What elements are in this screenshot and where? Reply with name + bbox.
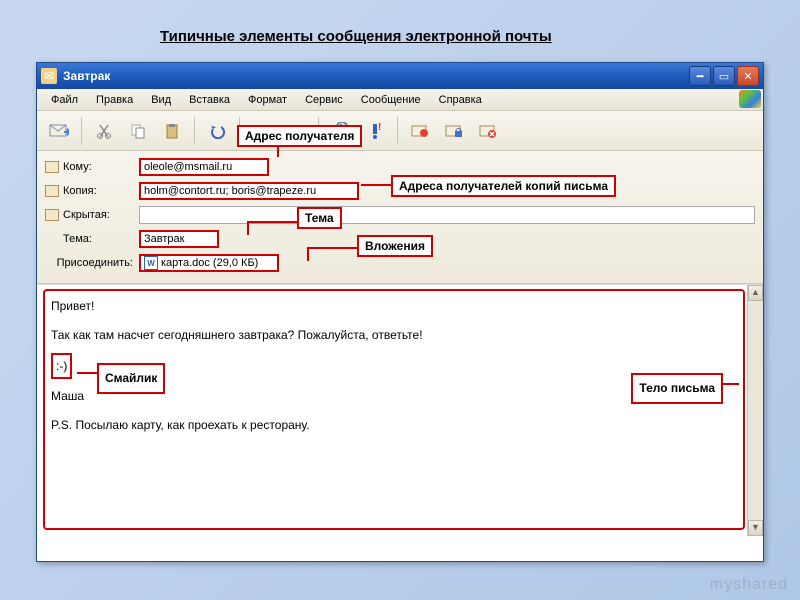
offline-button[interactable]: [474, 117, 502, 145]
menu-insert[interactable]: Вставка: [181, 91, 238, 109]
smiley-text: :-): [51, 353, 72, 380]
body-line: Привет!: [51, 295, 749, 318]
header-fields: Кому: oleole@msmail.ru Копия: holm@conto…: [37, 151, 763, 284]
watermark: myshared: [710, 576, 788, 594]
paste-button[interactable]: [158, 117, 186, 145]
minimize-button[interactable]: ━: [689, 66, 711, 86]
callout-body: Тело письма: [631, 373, 723, 404]
send-button[interactable]: [45, 117, 73, 145]
callout-subject: Тема: [297, 207, 342, 229]
to-field[interactable]: oleole@msmail.ru: [139, 158, 269, 176]
message-body[interactable]: Привет! Так как там насчет сегодняшнего …: [37, 284, 763, 536]
menu-file[interactable]: Файл: [43, 91, 86, 109]
subject-field[interactable]: Завтрак: [139, 230, 219, 248]
body-line: Так как там насчет сегодняшнего завтрака…: [51, 324, 749, 347]
subject-label: Тема:: [45, 233, 133, 245]
menu-edit[interactable]: Правка: [88, 91, 141, 109]
bcc-label[interactable]: Скрытая:: [45, 209, 133, 221]
callout-smiley: Смайлик: [97, 363, 165, 394]
attach-label: Присоединить:: [45, 257, 133, 269]
scroll-up-icon[interactable]: ▲: [748, 285, 763, 301]
callout-cc: Адреса получателей копий письма: [391, 175, 616, 197]
encrypt-button[interactable]: [440, 117, 468, 145]
cut-button[interactable]: [90, 117, 118, 145]
copy-button[interactable]: [124, 117, 152, 145]
menu-help[interactable]: Справка: [431, 91, 490, 109]
slide-title: Типичные элементы сообщения электронной …: [160, 28, 552, 45]
priority-button[interactable]: !: [361, 117, 389, 145]
cc-field[interactable]: holm@contort.ru; boris@trapeze.ru: [139, 182, 359, 200]
addressbook-icon: [45, 161, 59, 173]
svg-text:!: !: [378, 122, 381, 133]
cc-label[interactable]: Копия:: [45, 185, 133, 197]
body-line: P.S. Посылаю карту, как проехать к ресто…: [51, 414, 749, 437]
menu-tools[interactable]: Сервис: [297, 91, 351, 109]
window-title: Завтрак: [63, 69, 689, 83]
windows-logo-icon: [739, 90, 761, 108]
menu-message[interactable]: Сообщение: [353, 91, 429, 109]
toolbar: ABC !: [37, 111, 763, 151]
app-icon: ✉: [41, 68, 57, 84]
menu-format[interactable]: Формат: [240, 91, 295, 109]
scroll-down-icon[interactable]: ▼: [748, 520, 763, 536]
sign-button[interactable]: [406, 117, 434, 145]
addressbook-icon: [45, 209, 59, 221]
to-label[interactable]: Кому:: [45, 161, 133, 173]
titlebar: ✉ Завтрак ━ ▭ ✕: [37, 63, 763, 89]
maximize-button[interactable]: ▭: [713, 66, 735, 86]
callout-attachments: Вложения: [357, 235, 433, 257]
bcc-field[interactable]: [139, 206, 755, 224]
email-compose-window: ✉ Завтрак ━ ▭ ✕ Файл Правка Вид Вставка …: [36, 62, 764, 562]
callout-recipient: Адрес получателя: [237, 125, 362, 147]
word-doc-icon: W: [144, 256, 158, 270]
addressbook-icon: [45, 185, 59, 197]
attach-field[interactable]: Wкарта.doc (29,0 КБ): [139, 254, 279, 272]
close-button[interactable]: ✕: [737, 66, 759, 86]
menubar: Файл Правка Вид Вставка Формат Сервис Со…: [37, 89, 763, 111]
menu-view[interactable]: Вид: [143, 91, 179, 109]
undo-button[interactable]: [203, 117, 231, 145]
body-scrollbar[interactable]: ▲ ▼: [747, 285, 763, 536]
